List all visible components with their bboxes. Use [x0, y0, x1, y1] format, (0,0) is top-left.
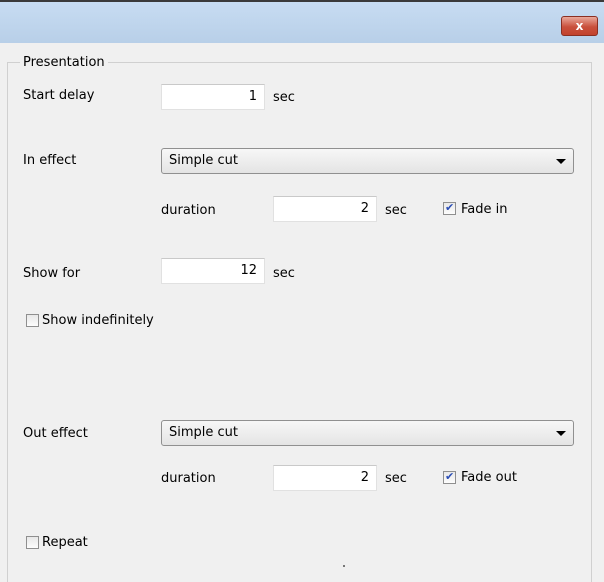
fade-out-label: Fade out	[461, 470, 517, 485]
title-bar: x	[0, 0, 604, 43]
in-duration-unit: sec	[385, 203, 407, 218]
out-duration-unit: sec	[385, 471, 407, 486]
in-duration-label: duration	[161, 203, 216, 218]
show-indefinitely-checkbox[interactable]	[26, 314, 39, 327]
show-indefinitely-label: Show indefinitely	[42, 313, 154, 328]
out-effect-selected: Simple cut	[169, 425, 239, 440]
start-delay-unit: sec	[273, 90, 295, 105]
out-duration-input[interactable]: 2	[273, 465, 377, 491]
chevron-down-icon	[556, 431, 566, 436]
close-icon: x	[575, 19, 584, 33]
chevron-down-icon	[556, 159, 566, 164]
out-effect-label: Out effect	[23, 426, 88, 441]
repeat-label: Repeat	[42, 535, 88, 550]
start-delay-input[interactable]: 1	[161, 84, 265, 110]
start-delay-label: Start delay	[23, 88, 95, 103]
in-effect-select[interactable]: Simple cut	[161, 148, 574, 174]
in-duration-input[interactable]: 2	[273, 196, 377, 222]
fade-out-checkbox[interactable]	[443, 470, 456, 484]
show-for-label: Show for	[23, 266, 81, 281]
close-button[interactable]: x	[561, 16, 598, 36]
show-for-input[interactable]: 12	[161, 258, 265, 284]
divider-dot	[343, 565, 345, 567]
fade-in-checkbox[interactable]	[443, 201, 456, 215]
out-effect-select[interactable]: Simple cut	[161, 420, 574, 446]
out-duration-label: duration	[161, 471, 216, 486]
fade-in-label: Fade in	[461, 202, 508, 217]
in-effect-label: In effect	[23, 153, 77, 168]
group-title: Presentation	[20, 55, 108, 70]
repeat-checkbox[interactable]	[26, 536, 39, 549]
show-for-unit: sec	[273, 266, 295, 281]
in-effect-selected: Simple cut	[169, 153, 239, 168]
